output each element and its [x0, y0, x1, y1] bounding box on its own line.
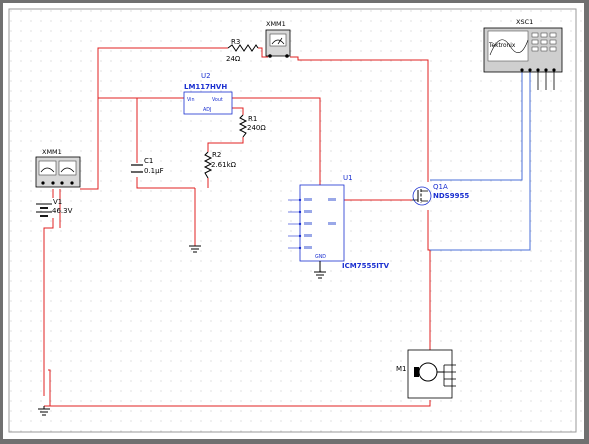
u2-pin-vin: Vin — [187, 97, 195, 103]
schematic-canvas[interactable]: R3 24Ω XMM1 XSC1 Tektronix U2 LM117HVH V… — [0, 0, 589, 444]
xmm1-left-ref: XMM1 — [42, 148, 62, 156]
r1-value: 240Ω — [247, 124, 266, 132]
u2-ref: U2 — [201, 72, 211, 80]
r1-ref: R1 — [248, 115, 257, 123]
u2-pin-vout: Vout — [212, 97, 223, 103]
xmm1-top-ref: XMM1 — [266, 20, 286, 28]
xsc1-ref: XSC1 — [516, 18, 533, 26]
r2-ref: R2 — [212, 151, 221, 159]
v1-value: 46.3V — [52, 207, 73, 215]
c1-value: 0.1µF — [144, 167, 164, 175]
r3-value: 24Ω — [226, 55, 241, 63]
q1a-ref: Q1A — [433, 183, 448, 191]
v1-ref: V1 — [53, 198, 62, 206]
u1-ref: U1 — [343, 174, 353, 182]
u1-part: ICM7555ITV — [342, 262, 390, 270]
m1-ref: M1 — [396, 365, 407, 373]
q1a-part: NDS9955 — [433, 192, 469, 200]
u1-pin-gnd: GND — [315, 254, 326, 260]
u2-part: LM117HVH — [184, 83, 227, 91]
r2-value: 2.61kΩ — [211, 161, 237, 169]
u2-pin-adj: ADJ — [203, 107, 211, 113]
c1-ref: C1 — [144, 157, 153, 165]
